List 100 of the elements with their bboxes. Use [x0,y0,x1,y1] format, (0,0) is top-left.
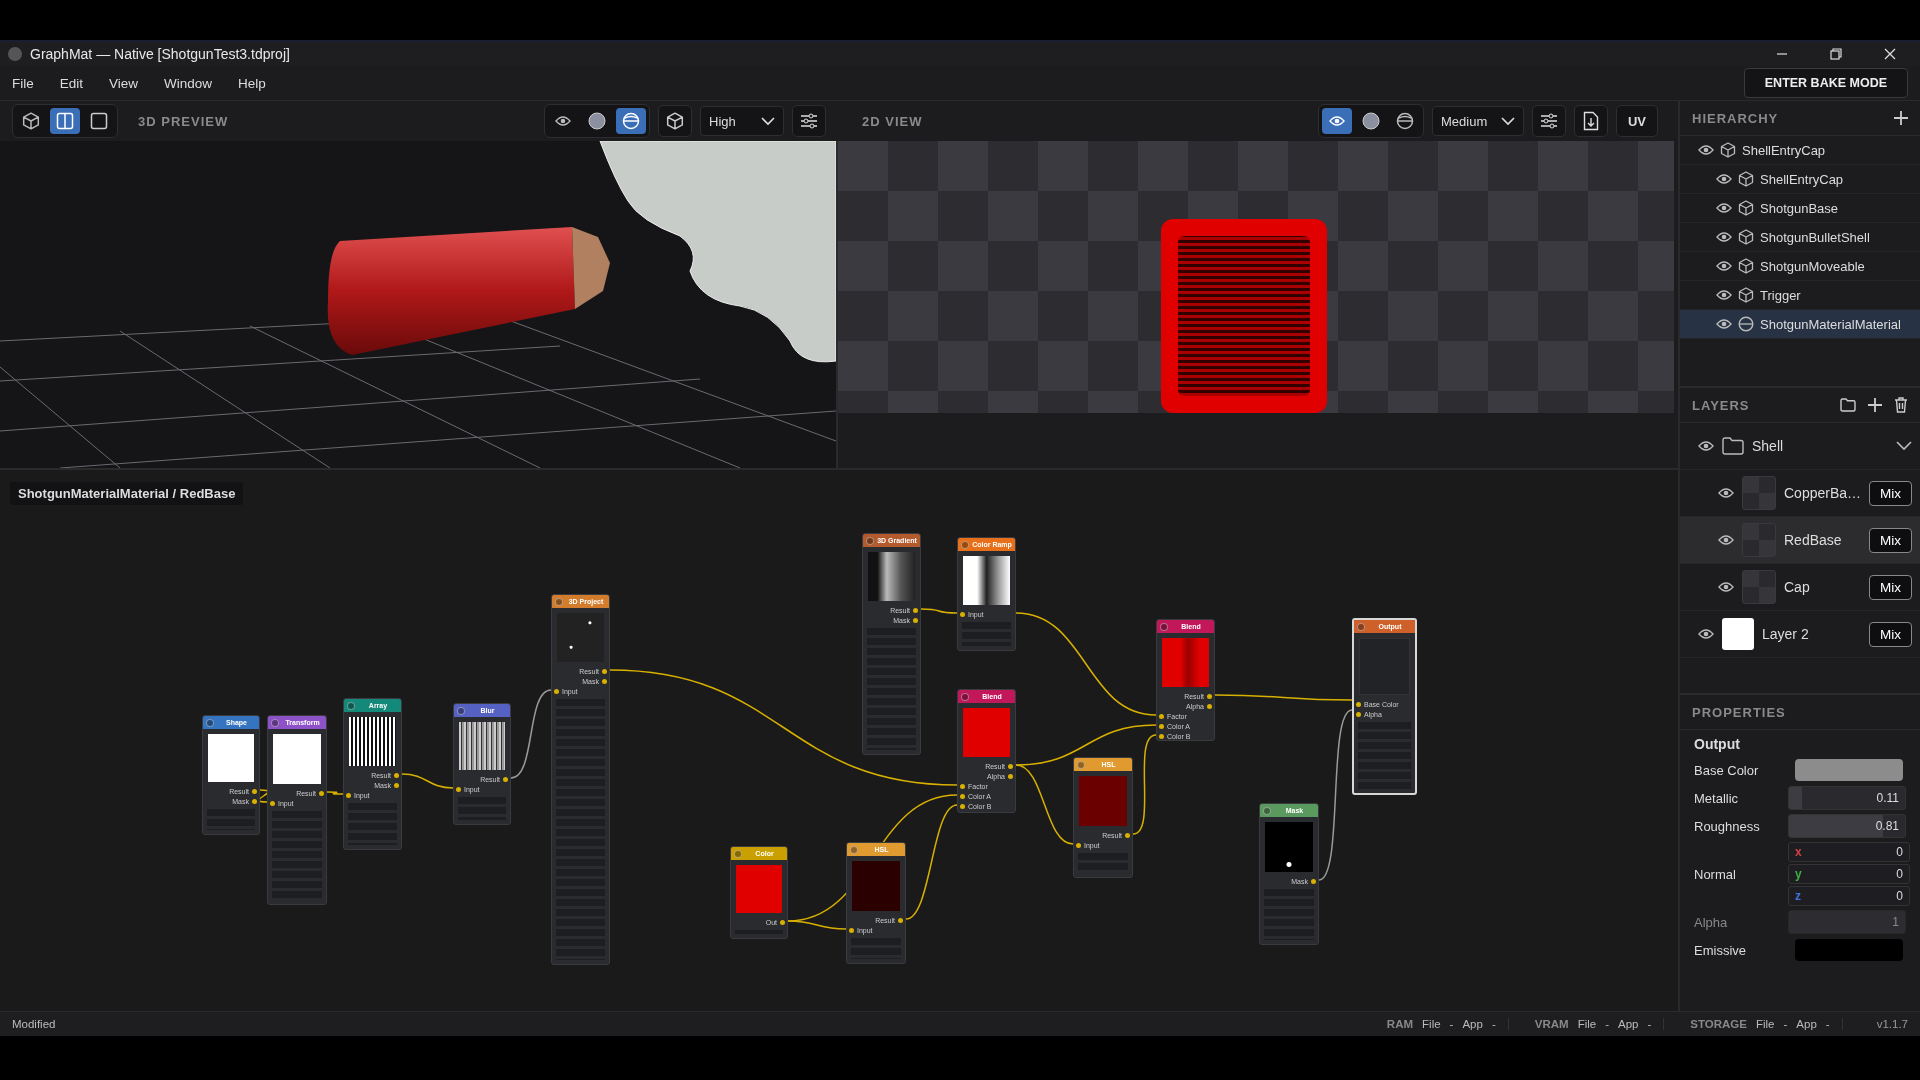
color-swatch[interactable] [1795,939,1903,961]
vector-component-field[interactable]: z 0 [1788,886,1910,906]
color-swatch[interactable] [1795,759,1903,781]
new-folder-icon[interactable] [1840,398,1856,412]
node-toggle-icon[interactable] [457,706,465,715]
port-dot[interactable] [394,772,399,778]
settings-button[interactable] [792,105,826,137]
visibility-eye-icon[interactable] [1698,144,1714,156]
view-mode-button[interactable] [616,108,646,134]
port-dot[interactable] [780,919,785,925]
hierarchy-item[interactable]: ShotgunMaterialMaterial [1680,310,1920,339]
port-dot[interactable] [1008,763,1013,769]
visibility-eye-icon[interactable] [1716,318,1732,330]
node-toggle-icon[interactable] [1263,806,1271,815]
port-dot[interactable] [960,783,965,789]
port-dot[interactable] [1159,713,1164,719]
port-dot[interactable] [1311,878,1316,884]
port-dot[interactable] [1159,723,1164,729]
port-dot[interactable] [913,607,918,613]
quality-dropdown[interactable]: Medium [1432,106,1524,136]
value-slider[interactable]: 0.11 [1788,786,1906,810]
hierarchy-item[interactable]: ShellEntryCap [1680,165,1920,194]
port-dot[interactable] [1207,703,1212,709]
node-toggle-icon[interactable] [961,692,969,701]
value-slider[interactable]: 0.81 [1788,814,1906,838]
vector-component-field[interactable]: y 0 [1788,864,1910,884]
layer-item[interactable]: Shell [1680,423,1920,470]
port-dot[interactable] [1356,701,1361,707]
port-dot[interactable] [456,786,461,792]
layer-item[interactable]: CopperBa… Mix [1680,470,1920,517]
3d-viewport[interactable] [0,141,838,468]
add-icon[interactable] [1868,398,1882,412]
layer-item[interactable]: Layer 2 Mix [1680,611,1920,658]
hierarchy-item[interactable]: ShellEntryCap [1680,136,1920,165]
port-dot[interactable] [960,803,965,809]
node-toggle-icon[interactable] [347,701,355,710]
port-dot[interactable] [1356,711,1361,717]
view-mode-button[interactable] [1322,108,1352,134]
port-dot[interactable] [1159,733,1164,739]
node-toggle-icon[interactable] [961,540,969,549]
port-dot[interactable] [503,776,508,782]
port-dot[interactable] [554,688,559,694]
settings-button[interactable] [1532,105,1566,137]
hierarchy-item[interactable]: ShotgunBulletShell [1680,223,1920,252]
blend-mode-button[interactable]: Mix [1869,480,1913,506]
node-toggle-icon[interactable] [1357,622,1365,631]
menu-item[interactable]: Help [238,75,266,91]
visibility-eye-icon[interactable] [1718,487,1734,499]
port-dot[interactable] [849,927,854,933]
port-dot[interactable] [913,617,918,623]
node-toggle-icon[interactable] [1160,622,1168,631]
node-toggle-icon[interactable] [866,536,874,545]
menu-item[interactable]: Edit [59,75,84,91]
port-dot[interactable] [252,798,257,804]
trash-icon[interactable] [1894,397,1908,413]
hierarchy-item[interactable]: ShotgunBase [1680,194,1920,223]
expand-chevron-icon[interactable] [1896,441,1912,451]
object-button[interactable] [658,105,692,137]
node-toggle-icon[interactable] [734,849,742,858]
port-dot[interactable] [394,782,399,788]
visibility-eye-icon[interactable] [1716,260,1732,272]
port-dot[interactable] [602,668,607,674]
port-dot[interactable] [1207,693,1212,699]
port-dot[interactable] [1008,773,1013,779]
hierarchy-item[interactable]: ShotgunMoveable [1680,252,1920,281]
node-toggle-icon[interactable] [1077,760,1085,769]
visibility-eye-icon[interactable] [1716,202,1732,214]
node-toggle-icon[interactable] [206,718,214,727]
menu-item[interactable]: Window [164,75,213,91]
menu-item[interactable]: View [109,75,139,91]
port-dot[interactable] [319,790,324,796]
vector-component-field[interactable]: x 0 [1788,842,1910,862]
port-dot[interactable] [898,917,903,923]
visibility-eye-icon[interactable] [1716,231,1732,243]
visibility-eye-icon[interactable] [1716,289,1732,301]
port-dot[interactable] [1076,842,1081,848]
visibility-eye-icon[interactable] [1716,173,1732,185]
port-dot[interactable] [602,678,607,684]
blend-mode-button[interactable]: Mix [1869,527,1912,553]
quality-dropdown[interactable]: High [700,106,784,136]
node-toggle-icon[interactable] [850,845,858,854]
layer-item[interactable]: RedBase Mix [1680,517,1920,564]
visibility-eye-icon[interactable] [1718,581,1734,593]
blend-mode-button[interactable]: Mix [1869,574,1912,600]
restore-icon[interactable] [1830,48,1842,60]
close-icon[interactable] [1884,48,1896,60]
visibility-eye-icon[interactable] [1718,534,1734,546]
port-dot[interactable] [252,788,257,794]
node-toggle-icon[interactable] [555,597,563,606]
port-dot[interactable] [346,792,351,798]
port-dot[interactable] [270,800,275,806]
layer-item[interactable]: Cap Mix [1680,564,1920,611]
eye-icon[interactable] [555,115,571,127]
port-dot[interactable] [960,611,965,617]
add-icon[interactable] [1894,111,1908,125]
visibility-eye-icon[interactable] [1698,628,1714,640]
blend-mode-button[interactable]: Mix [1869,621,1912,647]
enter-bake-mode-button[interactable]: ENTER BAKE MODE [1743,68,1908,98]
node-toggle-icon[interactable] [271,718,279,727]
port-dot[interactable] [1125,832,1130,838]
